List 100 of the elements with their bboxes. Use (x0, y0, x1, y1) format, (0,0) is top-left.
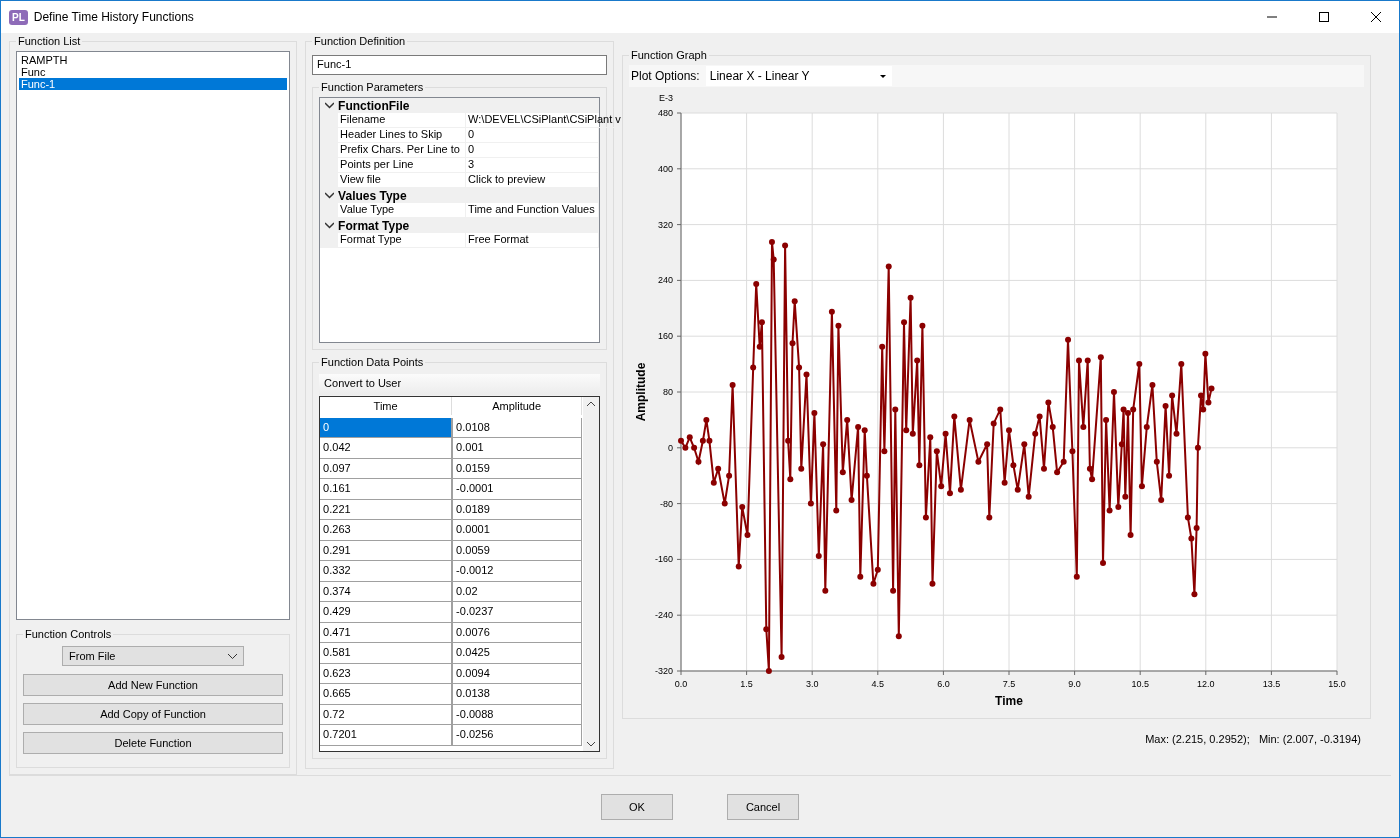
chevron-down-icon (324, 191, 334, 200)
x-tick-label: 13.5 (1262, 679, 1281, 689)
chevron-down-icon (228, 653, 238, 659)
table-cell[interactable]: 0.0138 (452, 684, 583, 705)
table-cell[interactable]: 0.001 (452, 438, 583, 459)
table-cell[interactable]: 0.263 (320, 520, 453, 541)
category-label: FunctionFile (338, 98, 410, 113)
table-cell[interactable]: 0.581 (320, 643, 453, 664)
y-tick-label: -320 (655, 666, 673, 676)
y-axis-label: Amplitude (634, 362, 648, 422)
y-tick-label: 160 (657, 331, 673, 342)
table-cell[interactable]: 0.097 (320, 458, 453, 479)
chevron-down-icon (324, 101, 334, 110)
property-value[interactable]: W:\DEVEL\CSiPlant\CSiPlant v (466, 113, 622, 128)
table-cell[interactable]: -0.0088 (452, 704, 583, 725)
y-tick-label: 320 (657, 219, 673, 230)
property-value[interactable]: 3 (466, 158, 599, 173)
close-icon (1371, 12, 1381, 22)
table-cell[interactable]: -0.0012 (452, 561, 583, 582)
caret-down-icon (879, 74, 886, 78)
table-cell[interactable]: 0.0001 (452, 520, 583, 541)
y-tick-label: 480 (657, 108, 673, 118)
group-title: Function Data Points (320, 356, 425, 368)
property-name: Points per Line (338, 158, 467, 173)
x-tick-label: 1.5 (740, 679, 753, 689)
table-cell[interactable]: 0.0189 (452, 499, 583, 520)
property-name: Header Lines to Skip (338, 128, 467, 143)
y-tick-label: 240 (657, 275, 673, 286)
table-cell[interactable]: 0.665 (320, 684, 453, 705)
x-tick-label: 10.5 (1131, 679, 1149, 689)
x-tick-label: 12.0 (1197, 679, 1215, 689)
table-cell[interactable]: -0.0001 (452, 479, 583, 500)
table-cell[interactable]: 0.042 (320, 438, 453, 459)
vertical-scrollbar[interactable] (583, 397, 599, 751)
function-list-item[interactable]: Func-1 (19, 78, 288, 90)
table-cell[interactable]: 0.332 (320, 561, 453, 582)
group-title: Function Controls (24, 628, 113, 640)
x-tick-label: 3.0 (805, 679, 819, 689)
function-button[interactable]: Add New Function (23, 674, 284, 696)
property-category[interactable]: FunctionFile (320, 98, 599, 113)
table-cell[interactable]: 0.0094 (452, 663, 583, 684)
table-cell[interactable]: 0.0108 (452, 417, 583, 438)
y-tick-label: -240 (655, 610, 673, 621)
plot-options-label: Plot Options: (631, 69, 700, 83)
table-cell[interactable]: 0.429 (320, 602, 453, 623)
table-cell[interactable]: -0.0237 (452, 602, 583, 623)
dialog-button[interactable]: OK (601, 793, 673, 820)
property-category[interactable]: Format Type (320, 218, 599, 233)
x-tick-label: 7.5 (1002, 679, 1016, 689)
group-title: Function Definition (313, 35, 407, 47)
function-type-dropdown[interactable]: From File (62, 646, 245, 666)
y-tick-label: 0 (668, 442, 673, 453)
table-cell[interactable]: 0.0076 (452, 622, 583, 643)
table-cell[interactable]: -0.0256 (452, 725, 583, 746)
x-tick-label: 4.5 (871, 679, 885, 689)
table-cell[interactable]: 0.0059 (452, 540, 583, 561)
chevron-down-icon (324, 221, 334, 230)
table-cell[interactable]: 0.623 (320, 663, 453, 684)
table-cell[interactable]: 0.471 (320, 622, 453, 643)
app-badge: PL (9, 9, 28, 25)
table-cell[interactable]: 0.72 (320, 704, 453, 725)
table-cell[interactable]: 0.161 (320, 479, 453, 500)
row-gutter (320, 233, 339, 248)
x-tick-label: 0.0 (674, 679, 688, 689)
property-value[interactable]: 0 (466, 143, 599, 158)
table-cell[interactable]: 0 (320, 417, 453, 438)
table-cell[interactable]: 0.221 (320, 499, 453, 520)
table-cell[interactable]: 0.0425 (452, 643, 583, 664)
property-category[interactable]: Values Type (320, 188, 599, 203)
max-min-readout: Max: (2.215, 0.2952); Min: (2.007, -0.3194) (1145, 733, 1361, 745)
maximize-icon (1319, 12, 1329, 22)
table-cell[interactable]: 0.02 (452, 581, 583, 602)
function-button[interactable]: Add Copy of Function (23, 703, 284, 725)
x-tick-label: 6.0 (937, 679, 950, 689)
x-tick-label: 9.0 (1068, 679, 1081, 689)
table-cell[interactable]: 0.374 (320, 581, 453, 602)
property-name: Format Type (338, 233, 467, 248)
function-list-item[interactable]: RAMPTH (19, 54, 288, 66)
y-tick-label: 80 (663, 387, 673, 397)
property-name: Filename (338, 113, 467, 128)
plot-options-dropdown[interactable]: Linear X - Linear Y (705, 66, 892, 86)
convert-button[interactable]: Convert to User (319, 374, 600, 395)
table-cell[interactable]: 0.0159 (452, 458, 583, 479)
scale-label: E-3 (659, 93, 673, 103)
table-cell[interactable]: 0.291 (320, 540, 453, 561)
category-label: Format Type (338, 218, 410, 233)
group-title: Function List (17, 35, 82, 47)
y-tick-label: -80 (660, 498, 673, 509)
dialog-button[interactable]: Cancel (727, 793, 799, 820)
function-button[interactable]: Delete Function (23, 732, 284, 754)
x-axis-label: Time (995, 694, 1023, 708)
x-tick-label: 15.0 (1328, 679, 1346, 689)
y-tick-label: -160 (655, 554, 673, 565)
table-cell[interactable]: 0.7201 (320, 725, 453, 746)
property-value[interactable]: Free Format (466, 233, 599, 248)
group-title: Function Parameters (320, 81, 425, 93)
category-label: Values Type (338, 188, 407, 203)
function-name-field[interactable]: Func-1 (312, 55, 607, 75)
function-list-item[interactable]: Func (19, 66, 288, 78)
property-value[interactable]: 0 (466, 128, 599, 143)
